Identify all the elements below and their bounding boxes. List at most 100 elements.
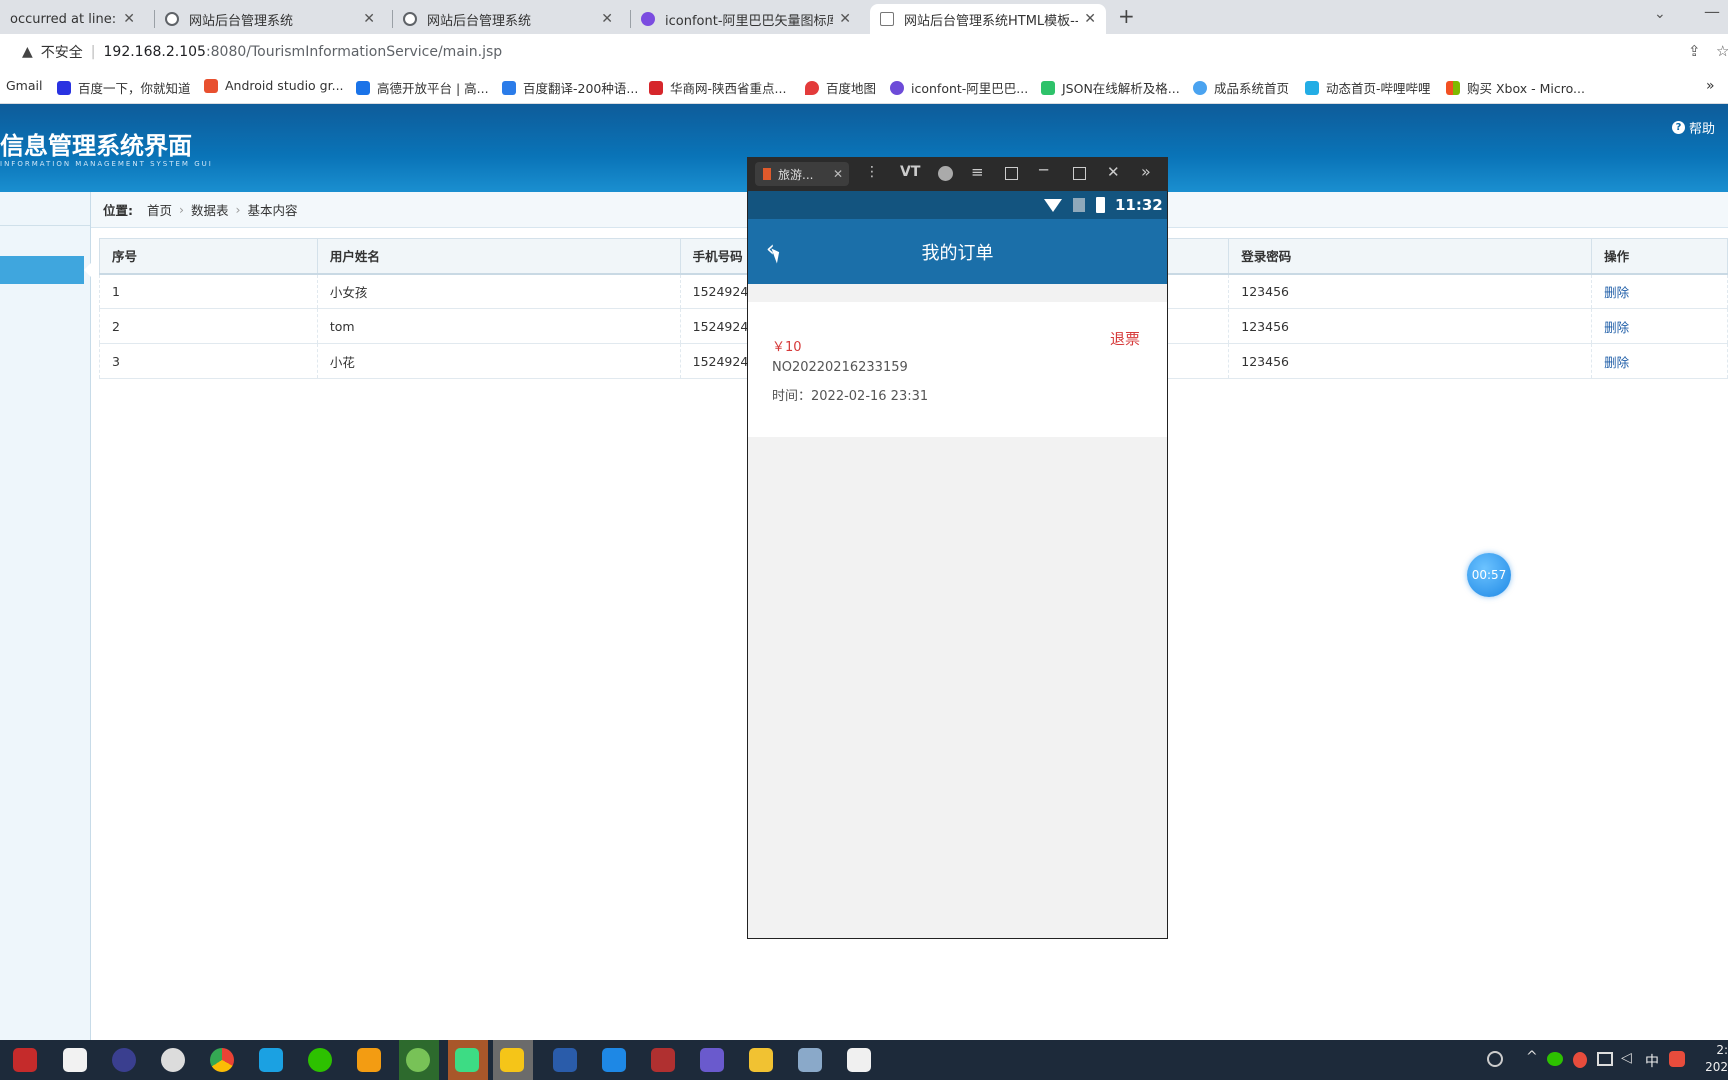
screenshot-icon[interactable]	[1005, 167, 1018, 180]
close-tab-icon[interactable]: ✕	[839, 11, 851, 27]
eclipse-icon[interactable]	[112, 1048, 136, 1072]
file-explorer-icon[interactable]	[749, 1048, 773, 1072]
close-tab-icon[interactable]: ✕	[833, 167, 843, 181]
globe-icon	[403, 12, 417, 26]
bookmark-baidu-map[interactable]: 百度地图	[805, 78, 876, 97]
ime-indicator[interactable]: 中	[1645, 1051, 1659, 1071]
wechat-icon[interactable]	[308, 1048, 332, 1072]
bookmark-system-home[interactable]: 成品系统首页	[1193, 78, 1289, 97]
steam-icon[interactable]	[13, 1048, 37, 1072]
refund-button[interactable]: 退票	[1110, 328, 1140, 349]
bookmark-bilibili[interactable]: 动态首页-哔哩哔哩	[1305, 78, 1431, 97]
browser-tab-strip: occurred at line: 1 in ✕ 网站后台管理系统 ✕ 网站后台…	[0, 0, 1728, 34]
notes-app-icon[interactable]	[259, 1048, 283, 1072]
more-bookmarks-button[interactable]: »	[1706, 78, 1715, 94]
browser-tab-1[interactable]: occurred at line: 1 in ✕	[0, 4, 145, 34]
bookmark-iconfont[interactable]: iconfont-阿里巴巴...	[890, 78, 1028, 97]
network-icon[interactable]	[1597, 1052, 1613, 1066]
bookmark-baidu[interactable]: 百度一下，你就知道	[57, 78, 191, 97]
breadcrumb-home[interactable]: 首页	[147, 200, 172, 219]
bilibili-icon	[1305, 80, 1319, 95]
menu-icon[interactable]: ≡	[971, 163, 984, 181]
system-clock[interactable]: 2: 202	[1705, 1042, 1728, 1076]
help-icon: ?	[1672, 121, 1685, 134]
green-app-icon[interactable]	[406, 1048, 430, 1072]
bookmark-xbox[interactable]: 购买 Xbox - Micro...	[1446, 78, 1585, 97]
bookmark-gmail[interactable]: Gmail	[6, 78, 42, 93]
tablet-app-icon[interactable]	[602, 1048, 626, 1072]
translate-icon	[502, 80, 516, 95]
sidebar-item-active[interactable]	[0, 256, 84, 284]
qq-tray-icon[interactable]	[1573, 1052, 1587, 1068]
order-card[interactable]: ￥10 NO20220216233159 时间：2022-02-16 23:31…	[748, 302, 1167, 437]
close-icon[interactable]: ✕	[1107, 163, 1120, 181]
browser-tab-3[interactable]: 网站后台管理系统 ✕	[393, 4, 623, 34]
minimize-icon[interactable]: ─	[1039, 161, 1048, 179]
close-tab-icon[interactable]: ✕	[1084, 11, 1096, 27]
user-icon[interactable]	[1487, 1051, 1503, 1067]
new-tab-button[interactable]: +	[1118, 4, 1135, 28]
account-icon[interactable]	[938, 166, 953, 181]
delete-link[interactable]: 删除	[1604, 285, 1629, 300]
close-tab-icon[interactable]: ✕	[363, 11, 375, 27]
close-tab-icon[interactable]: ✕	[601, 11, 613, 27]
more-vertical-icon[interactable]: ⋮	[865, 164, 879, 180]
system-home-icon	[1193, 80, 1207, 95]
sogou-input-icon[interactable]	[1669, 1051, 1685, 1067]
notepad-icon[interactable]	[798, 1048, 822, 1072]
emulator-toolbar: 旅游... ✕ ⋮ VT ≡ ─ ✕ »	[747, 157, 1168, 191]
battery-icon	[1096, 197, 1105, 213]
qq-icon[interactable]	[63, 1048, 87, 1072]
minimize-window-button[interactable]: —	[1704, 2, 1720, 21]
globe-icon	[165, 12, 179, 26]
pen-app-icon[interactable]	[500, 1048, 524, 1072]
tab-search-chevron-icon[interactable]: ⌄	[1654, 6, 1666, 22]
delete-link[interactable]: 删除	[1604, 355, 1629, 370]
iconfont-logo-icon	[641, 12, 655, 26]
browser-tab-4[interactable]: iconfont-阿里巴巴矢量图标库 ✕	[631, 4, 861, 34]
warning-icon: ▲	[22, 44, 33, 60]
app-icon	[763, 168, 771, 180]
wechat-tray-icon[interactable]	[1547, 1052, 1563, 1066]
tray-chevron-icon[interactable]: ^	[1526, 1049, 1538, 1065]
sublime-icon[interactable]	[357, 1048, 381, 1072]
amap-icon	[356, 80, 370, 95]
col-header-username: 用户姓名	[316, 238, 681, 275]
expand-sidebar-icon[interactable]: »	[1141, 162, 1151, 181]
status-clock: 11:32	[1115, 196, 1163, 214]
bookmark-baidu-translate[interactable]: 百度翻译-200种语...	[502, 78, 638, 97]
close-tab-icon[interactable]: ✕	[123, 11, 135, 27]
order-number: NO20220216233159	[772, 360, 908, 375]
android-studio-icon[interactable]	[455, 1048, 479, 1072]
url-bar[interactable]: ▲ 不安全 | 192.168.2.105 :8080/TourismInfor…	[12, 38, 1672, 66]
breadcrumb-basic-content[interactable]: 基本内容	[248, 200, 298, 219]
delete-link[interactable]: 删除	[1604, 320, 1629, 335]
baidu-icon	[57, 80, 71, 95]
breadcrumb-datatable[interactable]: 数据表	[191, 200, 229, 219]
emulator-tab[interactable]: 旅游... ✕	[755, 162, 849, 186]
network-app-icon[interactable]	[847, 1048, 871, 1072]
winrar-icon[interactable]	[651, 1048, 675, 1072]
bookmark-json[interactable]: JSON在线解析及格...	[1041, 78, 1180, 97]
curve-app-icon[interactable]	[553, 1048, 577, 1072]
bookmark-amap[interactable]: 高德开放平台 | 高...	[356, 78, 489, 97]
volume-icon[interactable]: ◁	[1621, 1050, 1632, 1066]
chrome-icon[interactable]	[210, 1048, 234, 1072]
security-label: 不安全	[40, 45, 83, 61]
windows-taskbar: ^ ◁ 中 2: 202	[0, 1040, 1728, 1080]
settings-gear-icon[interactable]	[161, 1048, 185, 1072]
android-status-bar: 11:32	[748, 191, 1167, 219]
share-icon[interactable]: ⇪	[1688, 42, 1701, 60]
recording-timer-badge[interactable]: 00:57	[1467, 553, 1511, 597]
browser-tab-5-active[interactable]: 网站后台管理系统HTML模板--手 ✕	[870, 4, 1106, 34]
bookmark-hsw[interactable]: 华商网-陕西省重点...	[649, 78, 786, 97]
browser-tab-2[interactable]: 网站后台管理系统 ✕	[155, 4, 385, 34]
photos-icon[interactable]	[700, 1048, 724, 1072]
bookmark-star-icon[interactable]: ☆	[1716, 42, 1728, 60]
maximize-icon[interactable]	[1073, 167, 1086, 180]
vt-icon[interactable]: VT	[900, 164, 920, 180]
map-pin-icon	[805, 80, 819, 95]
url-host: 192.168.2.105	[103, 44, 206, 60]
help-link[interactable]: ? 帮助	[1672, 118, 1715, 137]
bookmark-android-studio[interactable]: Android studio gr...	[204, 78, 344, 93]
